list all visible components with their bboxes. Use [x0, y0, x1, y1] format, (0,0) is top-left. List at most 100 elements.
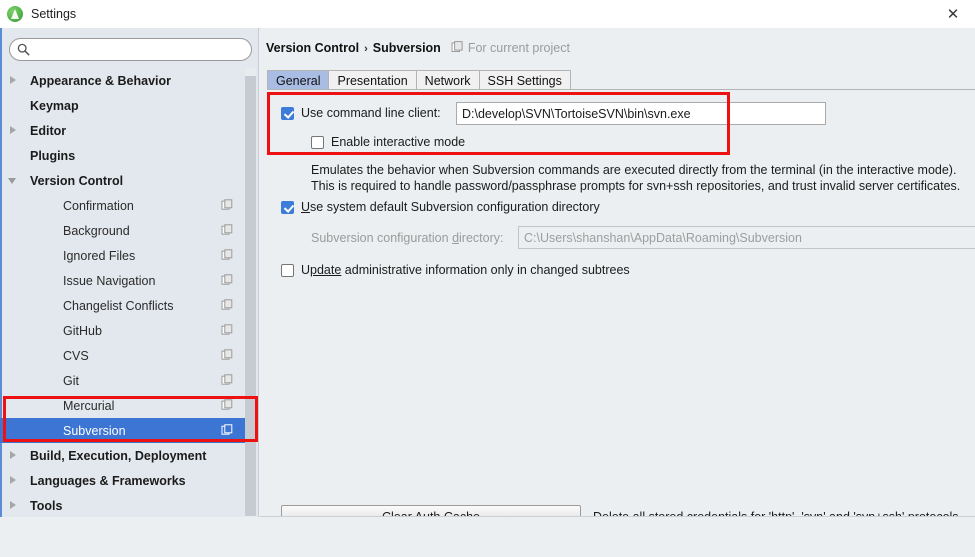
sidebar-item-git[interactable]: Git: [0, 368, 245, 393]
sidebar-item-plugins[interactable]: Plugins: [0, 143, 245, 168]
project-scope-icon: [221, 274, 233, 285]
tab-ssh-settings[interactable]: SSH Settings: [478, 70, 571, 90]
sidebar-scrollbar-thumb[interactable]: [245, 76, 256, 516]
update-admin-info-row[interactable]: Update administrative information only i…: [281, 263, 630, 277]
config-directory-mnemonic: d: [452, 231, 460, 245]
sidebar-item-editor[interactable]: Editor: [0, 118, 245, 143]
sidebar-item-version-control[interactable]: Version Control: [0, 168, 245, 193]
chevron-right-icon[interactable]: [8, 75, 19, 86]
command-line-client-path-input[interactable]: [456, 102, 826, 125]
breadcrumb-note: For current project: [467, 41, 570, 55]
breadcrumb-parent[interactable]: Version Control: [266, 41, 359, 55]
use-command-line-client-label: Use command line client:: [301, 106, 441, 120]
tab-label: Network: [424, 73, 471, 88]
android-studio-icon: [7, 6, 23, 22]
project-scope-icon: [221, 324, 233, 335]
sidebar-item-languages-frameworks[interactable]: Languages & Frameworks: [0, 468, 245, 493]
config-directory-label-a: Subversion configuration: [311, 231, 453, 245]
breadcrumb-separator: ›: [364, 43, 368, 55]
sidebar-item-label: GitHub: [63, 323, 102, 338]
close-icon[interactable]: ✕: [931, 0, 975, 27]
sidebar-item-github[interactable]: GitHub: [0, 318, 245, 343]
settings-content: Version Control › Subversion For current…: [260, 28, 975, 557]
chevron-down-icon[interactable]: [8, 175, 19, 186]
sidebar-item-label: Editor: [30, 123, 67, 138]
sidebar-item-cvs[interactable]: CVS: [0, 343, 245, 368]
tab-network[interactable]: Network: [415, 70, 480, 90]
sidebar-item-changelist-conflicts[interactable]: Changelist Conflicts: [0, 293, 245, 318]
update-admin-info-label-a: U: [301, 263, 311, 277]
project-scope-icon: [221, 199, 233, 210]
config-directory-label: Subversion configuration directory:: [311, 231, 503, 245]
project-scope-icon: [221, 349, 233, 360]
use-system-default-config-checkbox[interactable]: [281, 200, 294, 214]
window-title: Settings: [31, 7, 77, 21]
sidebar-item-label: Git: [63, 373, 79, 388]
sidebar-item-background[interactable]: Background: [0, 218, 245, 243]
sidebar-item-label: Keymap: [30, 98, 79, 113]
chevron-right-icon[interactable]: [8, 500, 19, 511]
enable-interactive-mode-checkbox[interactable]: [311, 135, 324, 149]
project-scope-icon: [221, 249, 233, 260]
search-input[interactable]: [9, 38, 252, 61]
config-directory-label-b: irectory:: [459, 231, 504, 245]
sidebar-item-label: Confirmation: [63, 198, 134, 213]
tab-label: SSH Settings: [487, 73, 562, 88]
sidebar-item-label: Build, Execution, Deployment: [30, 448, 207, 463]
tab-presentation[interactable]: Presentation: [328, 70, 417, 90]
dialog-footer: https://blog. csdn. net/shanshan_1117: [0, 517, 975, 557]
use-command-line-client-row[interactable]: Use command line client:: [281, 106, 441, 120]
sidebar-item-label: Changelist Conflicts: [63, 298, 174, 313]
chevron-right-icon[interactable]: [8, 450, 19, 461]
sidebar-item-mercurial[interactable]: Mercurial: [0, 393, 245, 418]
sidebar-item-subversion[interactable]: Subversion: [0, 418, 245, 443]
use-command-line-client-checkbox[interactable]: [281, 106, 294, 120]
project-scope-icon: [221, 399, 233, 410]
sidebar-item-label: Background: [63, 223, 130, 238]
sidebar-item-build-execution-deployment[interactable]: Build, Execution, Deployment: [0, 443, 245, 468]
sidebar-item-label: Version Control: [30, 173, 124, 188]
sidebar-item-label: Languages & Frameworks: [30, 473, 186, 488]
project-scope-icon: [221, 424, 233, 435]
tab-general[interactable]: General: [267, 70, 330, 90]
sidebar-item-label: Mercurial: [63, 398, 115, 413]
enable-interactive-mode-row[interactable]: Enable interactive mode: [311, 135, 465, 149]
sidebar-item-confirmation[interactable]: Confirmation: [0, 193, 245, 218]
update-admin-info-checkbox[interactable]: [281, 263, 294, 277]
sidebar-item-appearance-behavior[interactable]: Appearance & Behavior: [0, 68, 245, 93]
general-tab-panel: Use command line client: Enable interact…: [267, 89, 975, 541]
project-scope-icon: [451, 41, 463, 52]
tab-label: Presentation: [337, 73, 408, 88]
sidebar-item-label: Subversion: [63, 423, 126, 438]
project-scope-icon: [221, 299, 233, 310]
sidebar-item-keymap[interactable]: Keymap: [0, 93, 245, 118]
use-system-default-config-label: Use system default Subversion configurat…: [301, 200, 600, 214]
config-directory-input[interactable]: [518, 226, 975, 249]
sidebar-item-label: CVS: [63, 348, 89, 363]
sidebar-item-label: Plugins: [30, 148, 76, 163]
sidebar-item-ignored-files[interactable]: Ignored Files: [0, 243, 245, 268]
sidebar-item-label: Tools: [30, 498, 63, 513]
chevron-right-icon[interactable]: [8, 125, 19, 136]
enable-interactive-mode-label: Enable interactive mode: [331, 135, 466, 149]
sidebar-item-label: Ignored Files: [63, 248, 136, 263]
breadcrumb-current: Subversion: [372, 41, 441, 55]
interactive-description-line-2: This is required to handle password/pass…: [311, 179, 961, 193]
search-container: [9, 38, 252, 61]
tab-label: General: [276, 73, 321, 88]
use-system-default-config-label-rest: se system default Subversion configurati…: [310, 200, 600, 214]
update-admin-info-mnemonic: pdate: [310, 263, 342, 277]
sidebar-item-tools[interactable]: Tools: [0, 493, 245, 518]
project-scope-icon: [221, 224, 233, 235]
breadcrumb: Version Control › Subversion For current…: [266, 40, 570, 55]
project-scope-icon: [221, 374, 233, 385]
update-admin-info-label-b: administrative information only in chang…: [341, 263, 630, 277]
sidebar-item-issue-navigation[interactable]: Issue Navigation: [0, 268, 245, 293]
settings-tree[interactable]: Appearance & Behavior Keymap Editor Plugins…: [0, 68, 245, 557]
use-system-default-config-row[interactable]: Use system default Subversion configurat…: [281, 200, 600, 214]
chevron-right-icon[interactable]: [8, 475, 19, 486]
settings-sidebar: Appearance & Behavior Keymap Editor Plugins…: [0, 28, 259, 557]
interactive-description-line-1: Emulates the behavior when Subversion co…: [311, 163, 957, 177]
settings-tabs[interactable]: General Presentation Network SSH Settings: [267, 69, 571, 90]
use-system-default-config-mnemonic: U: [301, 200, 311, 214]
